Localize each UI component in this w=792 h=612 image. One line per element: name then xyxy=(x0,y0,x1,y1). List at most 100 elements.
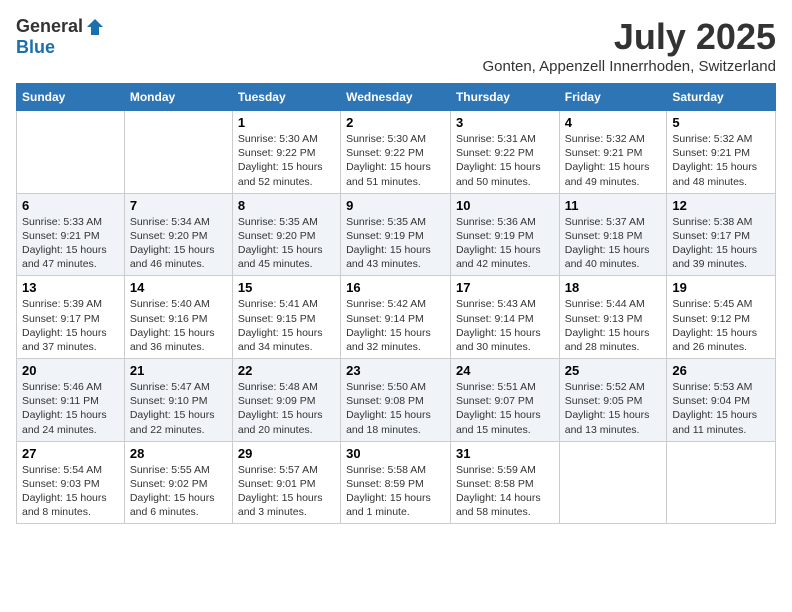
day-detail: Sunrise: 5:44 AM Sunset: 9:13 PM Dayligh… xyxy=(565,297,662,354)
day-detail: Sunrise: 5:32 AM Sunset: 9:21 PM Dayligh… xyxy=(565,132,662,189)
logo-icon xyxy=(85,17,105,37)
calendar-cell xyxy=(124,111,232,194)
day-number: 27 xyxy=(22,446,119,461)
col-sunday: Sunday xyxy=(17,84,125,111)
day-number: 12 xyxy=(672,198,770,213)
calendar-cell: 26 Sunrise: 5:53 AM Sunset: 9:04 PM Dayli… xyxy=(667,359,776,442)
calendar-cell: 5 Sunrise: 5:32 AM Sunset: 9:21 PM Daylig… xyxy=(667,111,776,194)
day-number: 4 xyxy=(565,115,662,130)
day-detail: Sunrise: 5:35 AM Sunset: 9:20 PM Dayligh… xyxy=(238,215,335,272)
calendar-cell: 10Sunrise: 5:36 AM Sunset: 9:19 PM Dayli… xyxy=(450,193,559,276)
day-detail: Sunrise: 5:30 AM Sunset: 9:22 PM Dayligh… xyxy=(346,132,445,189)
calendar-cell: 31 Sunrise: 5:59 AM Sunset: 8:58 PM Dayli… xyxy=(450,441,559,524)
day-detail: Sunrise: 5:39 AM Sunset: 9:17 PM Dayligh… xyxy=(22,297,119,354)
calendar-cell: 15Sunrise: 5:41 AM Sunset: 9:15 PM Dayli… xyxy=(232,276,340,359)
day-detail: Sunrise: 5:32 AM Sunset: 9:21 PM Dayligh… xyxy=(672,132,770,189)
calendar-cell: 21 Sunrise: 5:47 AM Sunset: 9:10 PM Dayli… xyxy=(124,359,232,442)
day-number: 26 xyxy=(672,363,770,378)
calendar-week-row: 1 Sunrise: 5:30 AM Sunset: 9:22 PM Daylig… xyxy=(17,111,776,194)
header: General Blue July 2025 Gonten, Appenzell… xyxy=(16,16,776,75)
day-number: 17 xyxy=(456,280,554,295)
day-number: 18 xyxy=(565,280,662,295)
day-detail: Sunrise: 5:33 AM Sunset: 9:21 PM Dayligh… xyxy=(22,215,119,272)
day-detail: Sunrise: 5:51 AM Sunset: 9:07 PM Dayligh… xyxy=(456,380,554,437)
calendar-week-row: 20 Sunrise: 5:46 AM Sunset: 9:11 PM Dayli… xyxy=(17,359,776,442)
day-number: 31 xyxy=(456,446,554,461)
day-number: 30 xyxy=(346,446,445,461)
calendar-cell: 22Sunrise: 5:48 AM Sunset: 9:09 PM Dayli… xyxy=(232,359,340,442)
location-title: Gonten, Appenzell Innerrhoden, Switzerla… xyxy=(482,58,776,75)
day-detail: Sunrise: 5:40 AM Sunset: 9:16 PM Dayligh… xyxy=(130,297,227,354)
col-tuesday: Tuesday xyxy=(232,84,340,111)
day-detail: Sunrise: 5:59 AM Sunset: 8:58 PM Dayligh… xyxy=(456,463,554,520)
calendar-cell: 9 Sunrise: 5:35 AM Sunset: 9:19 PM Daylig… xyxy=(341,193,451,276)
calendar-week-row: 6 Sunrise: 5:33 AM Sunset: 9:21 PM Daylig… xyxy=(17,193,776,276)
day-number: 5 xyxy=(672,115,770,130)
day-number: 10 xyxy=(456,198,554,213)
calendar-cell: 16Sunrise: 5:42 AM Sunset: 9:14 PM Dayli… xyxy=(341,276,451,359)
calendar-cell: 17 Sunrise: 5:43 AM Sunset: 9:14 PM Dayli… xyxy=(450,276,559,359)
day-number: 7 xyxy=(130,198,227,213)
day-number: 14 xyxy=(130,280,227,295)
day-detail: Sunrise: 5:38 AM Sunset: 9:17 PM Dayligh… xyxy=(672,215,770,272)
calendar-cell: 20 Sunrise: 5:46 AM Sunset: 9:11 PM Dayli… xyxy=(17,359,125,442)
day-detail: Sunrise: 5:43 AM Sunset: 9:14 PM Dayligh… xyxy=(456,297,554,354)
day-number: 13 xyxy=(22,280,119,295)
calendar-cell xyxy=(17,111,125,194)
calendar-cell: 11 Sunrise: 5:37 AM Sunset: 9:18 PM Dayli… xyxy=(559,193,667,276)
day-number: 23 xyxy=(346,363,445,378)
calendar-cell: 3 Sunrise: 5:31 AM Sunset: 9:22 PM Daylig… xyxy=(450,111,559,194)
logo: General Blue xyxy=(16,16,105,58)
col-thursday: Thursday xyxy=(450,84,559,111)
day-number: 20 xyxy=(22,363,119,378)
calendar-cell: 12 Sunrise: 5:38 AM Sunset: 9:17 PM Dayli… xyxy=(667,193,776,276)
calendar-cell: 28Sunrise: 5:55 AM Sunset: 9:02 PM Dayli… xyxy=(124,441,232,524)
calendar-cell: 29Sunrise: 5:57 AM Sunset: 9:01 PM Dayli… xyxy=(232,441,340,524)
day-detail: Sunrise: 5:34 AM Sunset: 9:20 PM Dayligh… xyxy=(130,215,227,272)
col-wednesday: Wednesday xyxy=(341,84,451,111)
day-detail: Sunrise: 5:55 AM Sunset: 9:02 PM Dayligh… xyxy=(130,463,227,520)
day-detail: Sunrise: 5:52 AM Sunset: 9:05 PM Dayligh… xyxy=(565,380,662,437)
calendar-cell: 14 Sunrise: 5:40 AM Sunset: 9:16 PM Dayli… xyxy=(124,276,232,359)
calendar-week-row: 27Sunrise: 5:54 AM Sunset: 9:03 PM Dayli… xyxy=(17,441,776,524)
day-detail: Sunrise: 5:31 AM Sunset: 9:22 PM Dayligh… xyxy=(456,132,554,189)
day-detail: Sunrise: 5:53 AM Sunset: 9:04 PM Dayligh… xyxy=(672,380,770,437)
day-detail: Sunrise: 5:37 AM Sunset: 9:18 PM Dayligh… xyxy=(565,215,662,272)
col-saturday: Saturday xyxy=(667,84,776,111)
calendar-cell xyxy=(667,441,776,524)
calendar-cell: 13 Sunrise: 5:39 AM Sunset: 9:17 PM Dayli… xyxy=(17,276,125,359)
calendar-week-row: 13 Sunrise: 5:39 AM Sunset: 9:17 PM Dayli… xyxy=(17,276,776,359)
day-number: 21 xyxy=(130,363,227,378)
title-area: July 2025 Gonten, Appenzell Innerrhoden,… xyxy=(482,16,776,75)
col-friday: Friday xyxy=(559,84,667,111)
day-detail: Sunrise: 5:46 AM Sunset: 9:11 PM Dayligh… xyxy=(22,380,119,437)
calendar-cell: 27Sunrise: 5:54 AM Sunset: 9:03 PM Dayli… xyxy=(17,441,125,524)
day-detail: Sunrise: 5:30 AM Sunset: 9:22 PM Dayligh… xyxy=(238,132,335,189)
day-number: 9 xyxy=(346,198,445,213)
day-number: 8 xyxy=(238,198,335,213)
logo-blue-text: Blue xyxy=(16,37,55,58)
day-number: 24 xyxy=(456,363,554,378)
day-detail: Sunrise: 5:50 AM Sunset: 9:08 PM Dayligh… xyxy=(346,380,445,437)
calendar-cell: 23 Sunrise: 5:50 AM Sunset: 9:08 PM Dayli… xyxy=(341,359,451,442)
day-number: 6 xyxy=(22,198,119,213)
day-detail: Sunrise: 5:41 AM Sunset: 9:15 PM Dayligh… xyxy=(238,297,335,354)
calendar-cell: 6 Sunrise: 5:33 AM Sunset: 9:21 PM Daylig… xyxy=(17,193,125,276)
day-number: 19 xyxy=(672,280,770,295)
day-number: 2 xyxy=(346,115,445,130)
col-monday: Monday xyxy=(124,84,232,111)
month-title: July 2025 xyxy=(482,16,776,58)
day-detail: Sunrise: 5:48 AM Sunset: 9:09 PM Dayligh… xyxy=(238,380,335,437)
day-number: 11 xyxy=(565,198,662,213)
day-detail: Sunrise: 5:35 AM Sunset: 9:19 PM Dayligh… xyxy=(346,215,445,272)
calendar-cell: 4 Sunrise: 5:32 AM Sunset: 9:21 PM Daylig… xyxy=(559,111,667,194)
day-number: 3 xyxy=(456,115,554,130)
day-detail: Sunrise: 5:57 AM Sunset: 9:01 PM Dayligh… xyxy=(238,463,335,520)
calendar-cell xyxy=(559,441,667,524)
day-number: 1 xyxy=(238,115,335,130)
calendar-cell: 7 Sunrise: 5:34 AM Sunset: 9:20 PM Daylig… xyxy=(124,193,232,276)
calendar-cell: 1 Sunrise: 5:30 AM Sunset: 9:22 PM Daylig… xyxy=(232,111,340,194)
calendar-cell: 30 Sunrise: 5:58 AM Sunset: 8:59 PM Dayli… xyxy=(341,441,451,524)
day-detail: Sunrise: 5:58 AM Sunset: 8:59 PM Dayligh… xyxy=(346,463,445,520)
day-detail: Sunrise: 5:47 AM Sunset: 9:10 PM Dayligh… xyxy=(130,380,227,437)
